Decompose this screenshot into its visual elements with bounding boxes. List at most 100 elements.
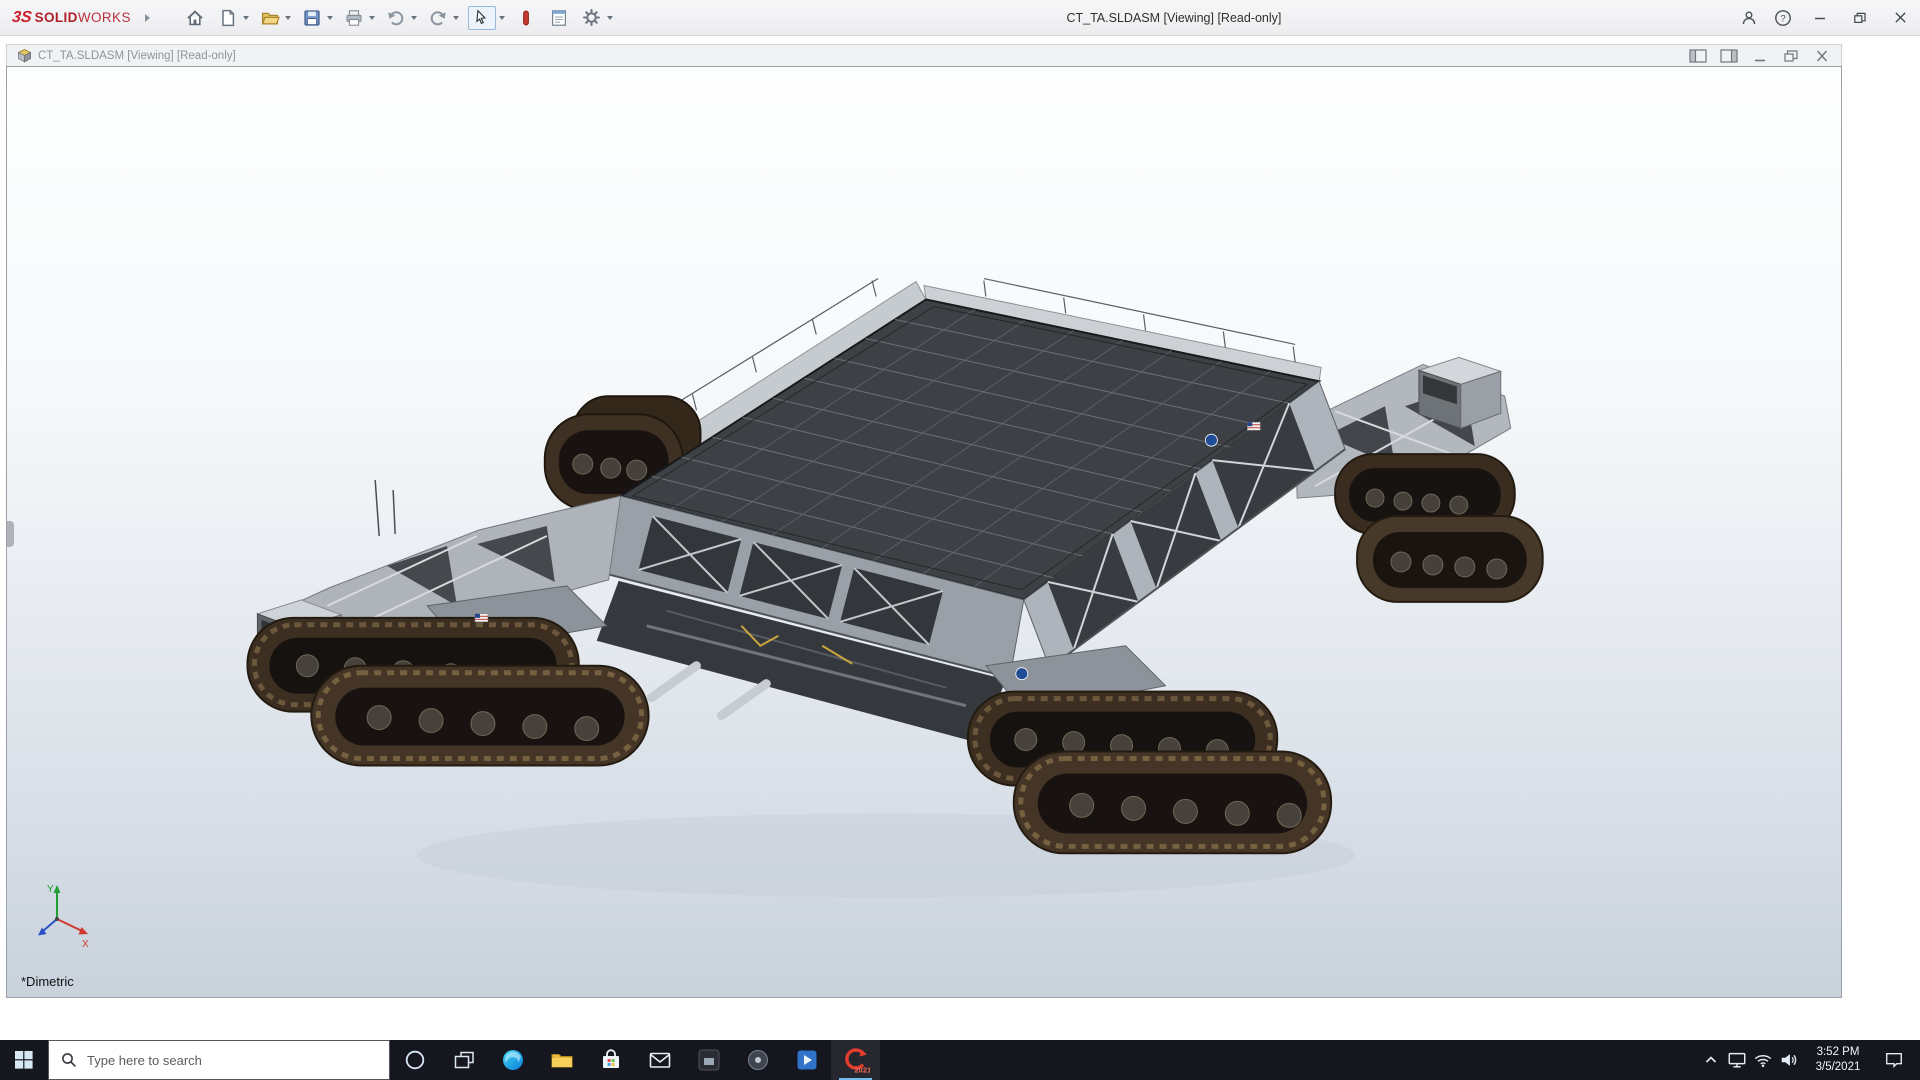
open-folder-icon	[260, 8, 280, 28]
restore-button[interactable]	[1840, 0, 1880, 36]
print-button[interactable]	[342, 6, 366, 30]
panel-splitter-handle[interactable]	[7, 521, 14, 547]
gray-app-button[interactable]	[733, 1040, 782, 1080]
options-button[interactable]	[580, 6, 604, 30]
windows-taskbar: 2021 3:52 PM 3/5/2021	[0, 1040, 1920, 1080]
account-button[interactable]	[1732, 0, 1766, 36]
graphics-viewport[interactable]: Y X *Dimetric	[6, 66, 1842, 998]
redo-icon	[428, 8, 448, 28]
wifi-icon	[1753, 1050, 1773, 1070]
start-button[interactable]	[0, 1040, 48, 1080]
print-icon	[344, 8, 364, 28]
blue-app-icon	[795, 1048, 819, 1072]
restore-icon	[1853, 12, 1867, 24]
new-document-dropdown[interactable]	[243, 16, 249, 20]
close-icon	[1894, 11, 1907, 24]
solidworks-titlebar: 3S SOLIDWORKS	[0, 0, 1920, 36]
select-tool-dropdown[interactable]	[499, 16, 505, 20]
3ds-logo-glyph: 3S	[11, 9, 32, 27]
solidworks-app-button[interactable]: 2021	[831, 1040, 880, 1080]
blue-app-button[interactable]	[782, 1040, 831, 1080]
taskbar-clock[interactable]: 3:52 PM 3/5/2021	[1802, 1045, 1874, 1075]
options-dropdown[interactable]	[607, 16, 613, 20]
document-titlebar: CT_TA.SLDASM [Viewing] [Read-only]	[6, 44, 1842, 66]
windows-logo-icon	[15, 1051, 33, 1069]
mail-icon	[648, 1048, 672, 1072]
volume-tray-button[interactable]	[1776, 1040, 1802, 1080]
nasa-meatball-left	[1016, 668, 1028, 680]
document-window-controls	[1689, 49, 1831, 63]
new-document-button[interactable]	[216, 6, 240, 30]
doc-close-icon[interactable]	[1813, 49, 1831, 63]
network-tray-button[interactable]	[1750, 1040, 1776, 1080]
doc-restore-icon[interactable]	[1782, 49, 1800, 63]
cortana-icon	[404, 1049, 426, 1071]
help-icon: ?	[1774, 9, 1792, 27]
minimize-icon	[1813, 12, 1827, 24]
dark-app-button[interactable]	[684, 1040, 733, 1080]
task-view-icon	[453, 1050, 475, 1070]
svg-text:Y: Y	[47, 884, 54, 895]
edge-button[interactable]	[488, 1040, 537, 1080]
pane-left-icon[interactable]	[1689, 49, 1707, 63]
solidworks-logo: 3S SOLIDWORKS	[0, 9, 131, 27]
store-icon	[599, 1048, 623, 1072]
task-view-button[interactable]	[439, 1040, 488, 1080]
nasa-meatball-right	[1205, 434, 1217, 446]
chevron-up-icon	[1704, 1054, 1718, 1066]
solidworks-app-icon: 2021	[842, 1046, 870, 1074]
undo-icon	[386, 8, 406, 28]
file-explorer-icon	[550, 1048, 574, 1072]
properties-sheet-icon	[549, 8, 569, 28]
doc-minimize-icon[interactable]	[1751, 49, 1769, 63]
save-icon	[302, 8, 322, 28]
search-icon	[61, 1052, 77, 1068]
pane-right-icon[interactable]	[1720, 49, 1738, 63]
cortana-button[interactable]	[390, 1040, 439, 1080]
action-center-button[interactable]	[1874, 1050, 1914, 1070]
redo-dropdown[interactable]	[453, 16, 459, 20]
appearance-icon	[516, 8, 536, 28]
account-icon	[1740, 9, 1758, 27]
redo-button[interactable]	[426, 6, 450, 30]
properties-button[interactable]	[547, 6, 571, 30]
select-tool-button[interactable]	[468, 6, 496, 30]
assembly-cube-icon	[17, 48, 32, 63]
dark-app-icon	[697, 1048, 721, 1072]
crawler-transporter-model	[7, 67, 1841, 997]
select-cursor-icon	[472, 8, 491, 27]
file-explorer-button[interactable]	[537, 1040, 586, 1080]
volume-icon	[1779, 1050, 1799, 1070]
orientation-triad[interactable]: Y X	[27, 879, 93, 953]
undo-dropdown[interactable]	[411, 16, 417, 20]
display-tray-button[interactable]	[1724, 1040, 1750, 1080]
open-dropdown[interactable]	[285, 16, 291, 20]
home-button[interactable]	[183, 6, 207, 30]
appearance-button[interactable]	[514, 6, 538, 30]
undo-button[interactable]	[384, 6, 408, 30]
document-title: CT_TA.SLDASM [Viewing] [Read-only]	[38, 50, 236, 62]
tray-overflow-button[interactable]	[1698, 1040, 1724, 1080]
clock-date: 3/5/2021	[1816, 1060, 1861, 1075]
gray-app-icon	[746, 1048, 770, 1072]
store-button[interactable]	[586, 1040, 635, 1080]
svg-text:2021: 2021	[854, 1066, 870, 1075]
view-orientation-label: *Dimetric	[21, 974, 74, 989]
quick-access-toolbar	[180, 4, 616, 32]
menu-flyout-arrow-icon[interactable]	[145, 14, 150, 22]
mail-button[interactable]	[635, 1040, 684, 1080]
svg-text:X: X	[82, 939, 89, 950]
document-window: CT_TA.SLDASM [Viewing] [Read-only]	[6, 44, 1842, 998]
save-button[interactable]	[300, 6, 324, 30]
search-input[interactable]	[87, 1053, 347, 1068]
close-button[interactable]	[1880, 0, 1920, 36]
print-dropdown[interactable]	[369, 16, 375, 20]
taskbar-search[interactable]	[48, 1040, 390, 1080]
minimize-button[interactable]	[1800, 0, 1840, 36]
save-dropdown[interactable]	[327, 16, 333, 20]
clock-time: 3:52 PM	[1817, 1045, 1860, 1060]
open-button[interactable]	[258, 6, 282, 30]
help-button[interactable]: ?	[1766, 0, 1800, 36]
us-flag-decal-right	[1247, 422, 1260, 430]
display-icon	[1727, 1050, 1747, 1070]
